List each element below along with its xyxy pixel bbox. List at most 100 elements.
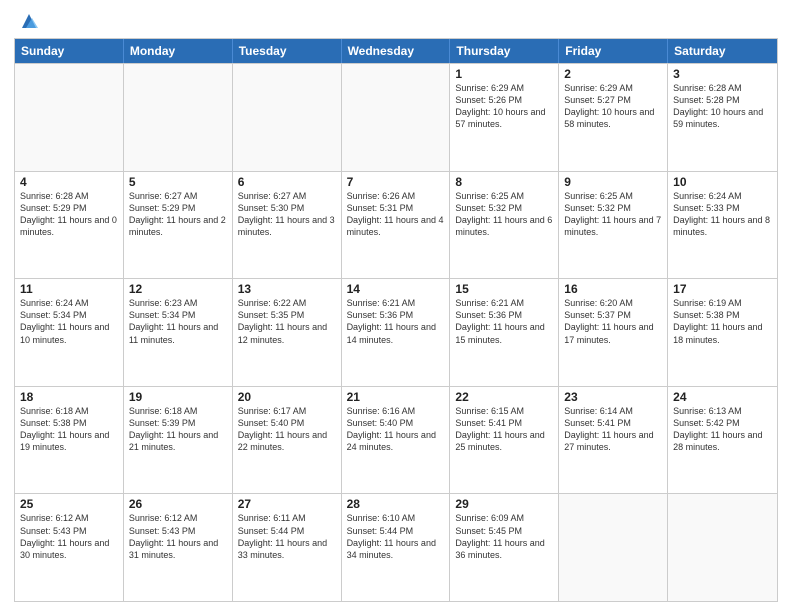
day-header-monday: Monday bbox=[124, 39, 233, 63]
day-header-sunday: Sunday bbox=[15, 39, 124, 63]
day-info: Sunrise: 6:10 AMSunset: 5:44 PMDaylight:… bbox=[347, 512, 445, 561]
day-number: 6 bbox=[238, 175, 336, 189]
cal-cell: 11Sunrise: 6:24 AMSunset: 5:34 PMDayligh… bbox=[15, 279, 124, 386]
cal-cell bbox=[559, 494, 668, 601]
day-number: 19 bbox=[129, 390, 227, 404]
cal-cell: 8Sunrise: 6:25 AMSunset: 5:32 PMDaylight… bbox=[450, 172, 559, 279]
day-number: 20 bbox=[238, 390, 336, 404]
cal-cell: 13Sunrise: 6:22 AMSunset: 5:35 PMDayligh… bbox=[233, 279, 342, 386]
cal-cell: 20Sunrise: 6:17 AMSunset: 5:40 PMDayligh… bbox=[233, 387, 342, 494]
cal-cell bbox=[233, 64, 342, 171]
cal-cell: 26Sunrise: 6:12 AMSunset: 5:43 PMDayligh… bbox=[124, 494, 233, 601]
day-header-thursday: Thursday bbox=[450, 39, 559, 63]
cal-cell: 6Sunrise: 6:27 AMSunset: 5:30 PMDaylight… bbox=[233, 172, 342, 279]
cal-cell: 28Sunrise: 6:10 AMSunset: 5:44 PMDayligh… bbox=[342, 494, 451, 601]
day-info: Sunrise: 6:16 AMSunset: 5:40 PMDaylight:… bbox=[347, 405, 445, 454]
day-info: Sunrise: 6:29 AMSunset: 5:27 PMDaylight:… bbox=[564, 82, 662, 131]
day-info: Sunrise: 6:14 AMSunset: 5:41 PMDaylight:… bbox=[564, 405, 662, 454]
day-number: 7 bbox=[347, 175, 445, 189]
day-info: Sunrise: 6:23 AMSunset: 5:34 PMDaylight:… bbox=[129, 297, 227, 346]
day-info: Sunrise: 6:09 AMSunset: 5:45 PMDaylight:… bbox=[455, 512, 553, 561]
cal-cell: 22Sunrise: 6:15 AMSunset: 5:41 PMDayligh… bbox=[450, 387, 559, 494]
cal-cell: 2Sunrise: 6:29 AMSunset: 5:27 PMDaylight… bbox=[559, 64, 668, 171]
calendar-header-row: SundayMondayTuesdayWednesdayThursdayFrid… bbox=[15, 39, 777, 63]
calendar-body: 1Sunrise: 6:29 AMSunset: 5:26 PMDaylight… bbox=[15, 63, 777, 601]
calendar-week-5: 25Sunrise: 6:12 AMSunset: 5:43 PMDayligh… bbox=[15, 493, 777, 601]
cal-cell: 1Sunrise: 6:29 AMSunset: 5:26 PMDaylight… bbox=[450, 64, 559, 171]
cal-cell: 3Sunrise: 6:28 AMSunset: 5:28 PMDaylight… bbox=[668, 64, 777, 171]
cal-cell: 16Sunrise: 6:20 AMSunset: 5:37 PMDayligh… bbox=[559, 279, 668, 386]
cal-cell: 14Sunrise: 6:21 AMSunset: 5:36 PMDayligh… bbox=[342, 279, 451, 386]
day-info: Sunrise: 6:18 AMSunset: 5:39 PMDaylight:… bbox=[129, 405, 227, 454]
day-info: Sunrise: 6:17 AMSunset: 5:40 PMDaylight:… bbox=[238, 405, 336, 454]
day-info: Sunrise: 6:12 AMSunset: 5:43 PMDaylight:… bbox=[20, 512, 118, 561]
day-number: 11 bbox=[20, 282, 118, 296]
day-info: Sunrise: 6:13 AMSunset: 5:42 PMDaylight:… bbox=[673, 405, 772, 454]
day-number: 28 bbox=[347, 497, 445, 511]
day-number: 10 bbox=[673, 175, 772, 189]
day-info: Sunrise: 6:20 AMSunset: 5:37 PMDaylight:… bbox=[564, 297, 662, 346]
day-info: Sunrise: 6:26 AMSunset: 5:31 PMDaylight:… bbox=[347, 190, 445, 239]
day-number: 9 bbox=[564, 175, 662, 189]
cal-cell: 10Sunrise: 6:24 AMSunset: 5:33 PMDayligh… bbox=[668, 172, 777, 279]
header bbox=[14, 10, 778, 32]
cal-cell: 24Sunrise: 6:13 AMSunset: 5:42 PMDayligh… bbox=[668, 387, 777, 494]
calendar-week-1: 1Sunrise: 6:29 AMSunset: 5:26 PMDaylight… bbox=[15, 63, 777, 171]
day-number: 15 bbox=[455, 282, 553, 296]
day-info: Sunrise: 6:27 AMSunset: 5:30 PMDaylight:… bbox=[238, 190, 336, 239]
day-header-friday: Friday bbox=[559, 39, 668, 63]
day-number: 17 bbox=[673, 282, 772, 296]
day-header-saturday: Saturday bbox=[668, 39, 777, 63]
day-info: Sunrise: 6:19 AMSunset: 5:38 PMDaylight:… bbox=[673, 297, 772, 346]
day-header-tuesday: Tuesday bbox=[233, 39, 342, 63]
day-info: Sunrise: 6:21 AMSunset: 5:36 PMDaylight:… bbox=[347, 297, 445, 346]
cal-cell bbox=[668, 494, 777, 601]
cal-cell: 7Sunrise: 6:26 AMSunset: 5:31 PMDaylight… bbox=[342, 172, 451, 279]
cal-cell: 23Sunrise: 6:14 AMSunset: 5:41 PMDayligh… bbox=[559, 387, 668, 494]
day-number: 22 bbox=[455, 390, 553, 404]
day-number: 12 bbox=[129, 282, 227, 296]
cal-cell: 29Sunrise: 6:09 AMSunset: 5:45 PMDayligh… bbox=[450, 494, 559, 601]
day-number: 4 bbox=[20, 175, 118, 189]
cal-cell bbox=[124, 64, 233, 171]
calendar-week-3: 11Sunrise: 6:24 AMSunset: 5:34 PMDayligh… bbox=[15, 278, 777, 386]
cal-cell: 5Sunrise: 6:27 AMSunset: 5:29 PMDaylight… bbox=[124, 172, 233, 279]
day-info: Sunrise: 6:24 AMSunset: 5:34 PMDaylight:… bbox=[20, 297, 118, 346]
cal-cell: 27Sunrise: 6:11 AMSunset: 5:44 PMDayligh… bbox=[233, 494, 342, 601]
day-number: 26 bbox=[129, 497, 227, 511]
logo bbox=[14, 10, 40, 32]
day-info: Sunrise: 6:11 AMSunset: 5:44 PMDaylight:… bbox=[238, 512, 336, 561]
day-number: 18 bbox=[20, 390, 118, 404]
day-number: 21 bbox=[347, 390, 445, 404]
day-number: 27 bbox=[238, 497, 336, 511]
calendar-week-2: 4Sunrise: 6:28 AMSunset: 5:29 PMDaylight… bbox=[15, 171, 777, 279]
cal-cell: 19Sunrise: 6:18 AMSunset: 5:39 PMDayligh… bbox=[124, 387, 233, 494]
day-info: Sunrise: 6:28 AMSunset: 5:29 PMDaylight:… bbox=[20, 190, 118, 239]
cal-cell: 25Sunrise: 6:12 AMSunset: 5:43 PMDayligh… bbox=[15, 494, 124, 601]
day-number: 5 bbox=[129, 175, 227, 189]
day-info: Sunrise: 6:18 AMSunset: 5:38 PMDaylight:… bbox=[20, 405, 118, 454]
cal-cell: 4Sunrise: 6:28 AMSunset: 5:29 PMDaylight… bbox=[15, 172, 124, 279]
day-info: Sunrise: 6:22 AMSunset: 5:35 PMDaylight:… bbox=[238, 297, 336, 346]
cal-cell bbox=[342, 64, 451, 171]
day-info: Sunrise: 6:27 AMSunset: 5:29 PMDaylight:… bbox=[129, 190, 227, 239]
cal-cell: 12Sunrise: 6:23 AMSunset: 5:34 PMDayligh… bbox=[124, 279, 233, 386]
day-info: Sunrise: 6:24 AMSunset: 5:33 PMDaylight:… bbox=[673, 190, 772, 239]
day-number: 14 bbox=[347, 282, 445, 296]
cal-cell: 21Sunrise: 6:16 AMSunset: 5:40 PMDayligh… bbox=[342, 387, 451, 494]
logo-icon bbox=[18, 10, 40, 32]
day-number: 8 bbox=[455, 175, 553, 189]
cal-cell: 9Sunrise: 6:25 AMSunset: 5:32 PMDaylight… bbox=[559, 172, 668, 279]
day-info: Sunrise: 6:25 AMSunset: 5:32 PMDaylight:… bbox=[564, 190, 662, 239]
day-info: Sunrise: 6:28 AMSunset: 5:28 PMDaylight:… bbox=[673, 82, 772, 131]
day-info: Sunrise: 6:12 AMSunset: 5:43 PMDaylight:… bbox=[129, 512, 227, 561]
day-number: 29 bbox=[455, 497, 553, 511]
cal-cell: 18Sunrise: 6:18 AMSunset: 5:38 PMDayligh… bbox=[15, 387, 124, 494]
day-header-wednesday: Wednesday bbox=[342, 39, 451, 63]
day-number: 13 bbox=[238, 282, 336, 296]
day-number: 25 bbox=[20, 497, 118, 511]
calendar: SundayMondayTuesdayWednesdayThursdayFrid… bbox=[14, 38, 778, 602]
cal-cell: 17Sunrise: 6:19 AMSunset: 5:38 PMDayligh… bbox=[668, 279, 777, 386]
day-info: Sunrise: 6:15 AMSunset: 5:41 PMDaylight:… bbox=[455, 405, 553, 454]
day-number: 3 bbox=[673, 67, 772, 81]
